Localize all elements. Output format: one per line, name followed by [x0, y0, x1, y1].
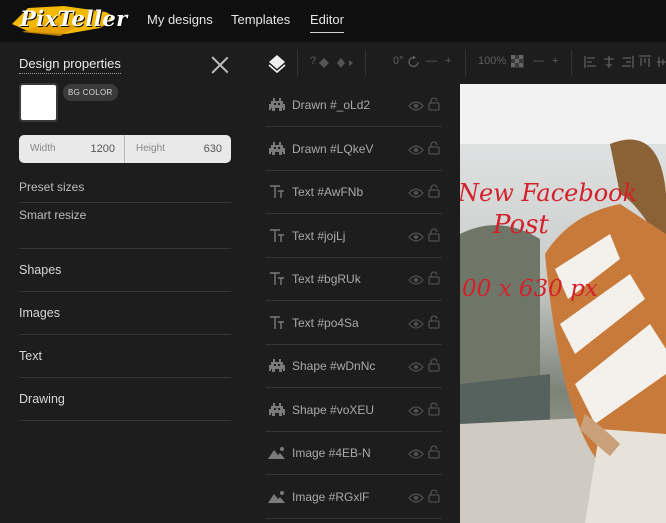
visibility-eye-icon[interactable]	[408, 99, 424, 111]
lock-icon[interactable]	[428, 401, 440, 416]
layers-panel: Drawn #_oLd2 Drawn #LQkeV Text #AwFNb Text …	[250, 84, 460, 523]
toolbar-divider	[465, 50, 466, 76]
pixteller-logo[interactable]: PixTeller	[8, 2, 127, 38]
layers-icon[interactable]	[266, 52, 288, 74]
align-middle-icon[interactable]	[656, 55, 666, 69]
section-shapes[interactable]: Shapes	[19, 248, 231, 291]
height-field[interactable]: Height 630	[125, 135, 231, 163]
visibility-eye-icon[interactable]	[408, 491, 424, 503]
opacity-value[interactable]: 100%	[478, 55, 506, 67]
lock-icon[interactable]	[428, 488, 440, 503]
lock-icon[interactable]	[428, 140, 440, 155]
smart-resize-link[interactable]: Smart resize	[19, 208, 86, 222]
visibility-eye-icon[interactable]	[408, 273, 424, 285]
layer-name: Shape #wDnNc	[292, 359, 376, 373]
canvas-title-line-2[interactable]: Post	[493, 210, 549, 240]
rotate-icon[interactable]	[408, 55, 420, 68]
bring-forward-icon[interactable]	[318, 57, 330, 69]
toolbar-divider	[365, 50, 366, 76]
layer-row[interactable]: Image #4EB-N	[266, 432, 442, 475]
editor-toolbar: ? 0° — + 100% — +	[250, 42, 666, 84]
layer-name: Image #RGxlF	[292, 489, 370, 504]
layer-name: Text #jojLj	[292, 228, 346, 243]
canvas-size-text[interactable]: 00 x 630 px	[462, 276, 598, 302]
visibility-eye-icon[interactable]	[408, 447, 424, 459]
arrange-icon[interactable]	[336, 57, 354, 69]
preset-sizes-link[interactable]: Preset sizes	[19, 180, 84, 194]
layer-row[interactable]: Drawn #_oLd2	[266, 84, 442, 127]
layer-name: Text #AwFNb	[292, 185, 364, 199]
visibility-eye-icon[interactable]	[408, 360, 424, 372]
layer-name: Shape #voXEU	[292, 402, 375, 417]
visibility-eye-icon[interactable]	[408, 404, 424, 416]
canvas-title-line-1[interactable]: New Facebook	[460, 179, 637, 207]
align-left-icon[interactable]	[584, 55, 598, 69]
design-properties-sidebar: Design properties BG COLOR Width 1200 He…	[0, 42, 250, 523]
nav-templates[interactable]: Templates	[231, 12, 290, 27]
top-bar: PixTeller My designs Templates Editor	[0, 0, 666, 42]
width-field[interactable]: Width 1200	[19, 135, 125, 163]
lock-icon[interactable]	[428, 271, 440, 285]
visibility-eye-icon[interactable]	[408, 317, 424, 329]
layer-row[interactable]: Image #RGxlF	[266, 476, 442, 519]
layer-name: Text #bgRUk	[292, 272, 361, 286]
rotate-minus-button[interactable]: —	[426, 55, 437, 67]
layer-name: Image #4EB-N	[292, 446, 371, 460]
lock-icon[interactable]	[428, 314, 440, 329]
align-right-icon[interactable]	[620, 55, 634, 69]
lock-icon[interactable]	[428, 184, 440, 198]
bg-color-label: BG COLOR	[63, 84, 118, 101]
section-drawing[interactable]: Drawing	[19, 377, 231, 420]
height-label: Height	[136, 143, 165, 154]
visibility-eye-icon[interactable]	[408, 143, 424, 155]
transparency-icon	[511, 55, 524, 68]
opacity-minus-button[interactable]: —	[533, 55, 544, 67]
lock-icon[interactable]	[428, 227, 440, 242]
sidebar-title: Design properties	[19, 56, 121, 74]
width-label: Width	[30, 143, 56, 154]
nav-editor[interactable]: Editor	[310, 12, 344, 33]
canvas-photo	[460, 84, 666, 523]
bg-color-swatch[interactable]	[19, 83, 58, 122]
layer-row[interactable]: Shape #wDnNc	[266, 345, 442, 388]
layer-row[interactable]: Text #jojLj	[266, 215, 442, 258]
section-text[interactable]: Text	[19, 334, 231, 377]
close-icon[interactable]	[211, 56, 229, 74]
layer-row[interactable]: Shape #voXEU	[266, 389, 442, 432]
lock-icon[interactable]	[428, 97, 440, 111]
design-canvas[interactable]: New Facebook Post 00 x 630 px	[460, 84, 666, 523]
layer-row[interactable]: Drawn #LQkeV	[266, 128, 442, 171]
toolbar-divider	[571, 50, 572, 76]
section-images[interactable]: Images	[19, 291, 231, 334]
visibility-eye-icon[interactable]	[408, 230, 424, 242]
lock-icon[interactable]	[428, 445, 440, 459]
height-value: 630	[203, 143, 222, 155]
align-top-icon[interactable]	[638, 55, 652, 69]
opacity-plus-button[interactable]: +	[552, 55, 558, 67]
lock-icon[interactable]	[428, 358, 440, 372]
rotate-plus-button[interactable]: +	[445, 55, 451, 67]
layer-name: Text #po4Sa	[292, 315, 359, 330]
nav-my-designs[interactable]: My designs	[147, 12, 213, 27]
width-value: 1200	[90, 143, 115, 155]
rotation-value[interactable]: 0°	[393, 55, 404, 67]
toolbar-divider	[297, 50, 298, 76]
divider	[19, 202, 231, 203]
visibility-eye-icon[interactable]	[408, 186, 424, 198]
logo-text: PixTeller	[20, 6, 128, 31]
layer-name: Drawn #LQkeV	[292, 141, 374, 156]
dimensions-field: Width 1200 Height 630	[19, 135, 231, 163]
layer-row[interactable]: Text #AwFNb	[266, 171, 442, 214]
layer-row[interactable]: Text #po4Sa	[266, 302, 442, 345]
divider	[19, 420, 231, 421]
layer-name: Drawn #_oLd2	[292, 98, 371, 112]
send-backward-icon[interactable]: ?	[310, 55, 316, 67]
align-center-icon[interactable]	[602, 55, 616, 69]
layer-row[interactable]: Text #bgRUk	[266, 258, 442, 301]
